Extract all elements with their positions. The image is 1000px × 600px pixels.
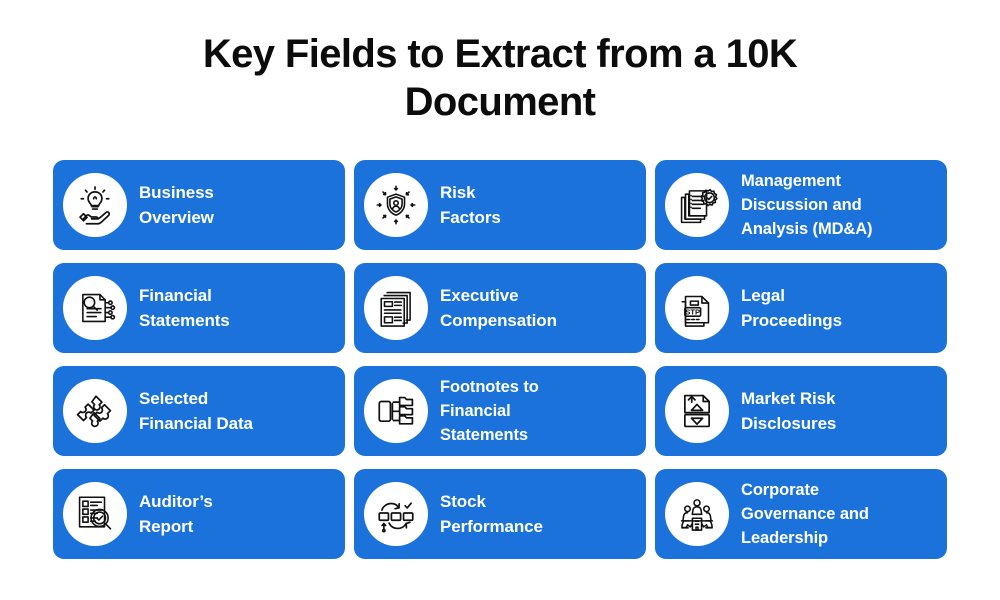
card-auditors-report[interactable]: Auditor’s Report bbox=[53, 469, 345, 559]
page-title: Key Fields to Extract from a 10K Documen… bbox=[202, 32, 798, 124]
card-label: Risk Factors bbox=[440, 183, 501, 227]
hand-lightbulb-icon bbox=[63, 173, 127, 237]
card-executive-compensation[interactable]: Executive Compensation bbox=[354, 263, 646, 353]
document-up-down-arrows-icon bbox=[665, 379, 729, 443]
card-market-risk-disclosures[interactable]: Market Risk Disclosures bbox=[655, 366, 947, 456]
card-selected-financial-data[interactable]: Selected Financial Data bbox=[53, 366, 345, 456]
checklist-magnifier-check-icon bbox=[63, 482, 127, 546]
card-label: Footnotes to Financial Statements bbox=[440, 378, 539, 444]
card-label: Financial Statements bbox=[139, 286, 230, 330]
shield-person-arrows-icon bbox=[364, 173, 428, 237]
card-legal-proceedings[interactable]: STP Legal Proceedings bbox=[655, 263, 947, 353]
card-stock-performance[interactable]: Stock Performance bbox=[354, 469, 646, 559]
card-label: Corporate Governance and Leadership bbox=[741, 481, 869, 547]
stacked-newspapers-icon bbox=[364, 276, 428, 340]
people-gear-building-icon bbox=[665, 482, 729, 546]
documents-gear-check-icon bbox=[665, 173, 729, 237]
card-corporate-governance-leadership[interactable]: Corporate Governance and Leadership bbox=[655, 469, 947, 559]
card-financial-statements[interactable]: Financial Statements bbox=[53, 263, 345, 353]
card-label: Legal Proceedings bbox=[741, 286, 842, 330]
infographic-page: Key Fields to Extract from a 10K Documen… bbox=[0, 0, 1000, 600]
cards-grid: Business Overview Risk Factors Managemen… bbox=[53, 160, 947, 559]
puzzle-pieces-icon bbox=[63, 379, 127, 443]
document-tree-branch-icon bbox=[364, 379, 428, 443]
card-label: Management Discussion and Analysis (MD&A… bbox=[741, 172, 873, 238]
card-footnotes-financial-statements[interactable]: Footnotes to Financial Statements bbox=[354, 366, 646, 456]
document-stamp-stp-icon: STP bbox=[665, 276, 729, 340]
card-management-discussion-analysis[interactable]: Management Discussion and Analysis (MD&A… bbox=[655, 160, 947, 250]
svg-text:STP: STP bbox=[685, 307, 700, 316]
card-risk-factors[interactable]: Risk Factors bbox=[354, 160, 646, 250]
card-label: Market Risk Disclosures bbox=[741, 389, 837, 433]
card-label: Auditor’s Report bbox=[139, 492, 213, 536]
card-label: Selected Financial Data bbox=[139, 389, 253, 433]
card-label: Business Overview bbox=[139, 183, 214, 227]
card-label: Stock Performance bbox=[440, 492, 543, 536]
card-label: Executive Compensation bbox=[440, 286, 557, 330]
card-business-overview[interactable]: Business Overview bbox=[53, 160, 345, 250]
document-magnifier-circuit-icon bbox=[63, 276, 127, 340]
boxes-cycle-arrows-check-icon bbox=[364, 482, 428, 546]
